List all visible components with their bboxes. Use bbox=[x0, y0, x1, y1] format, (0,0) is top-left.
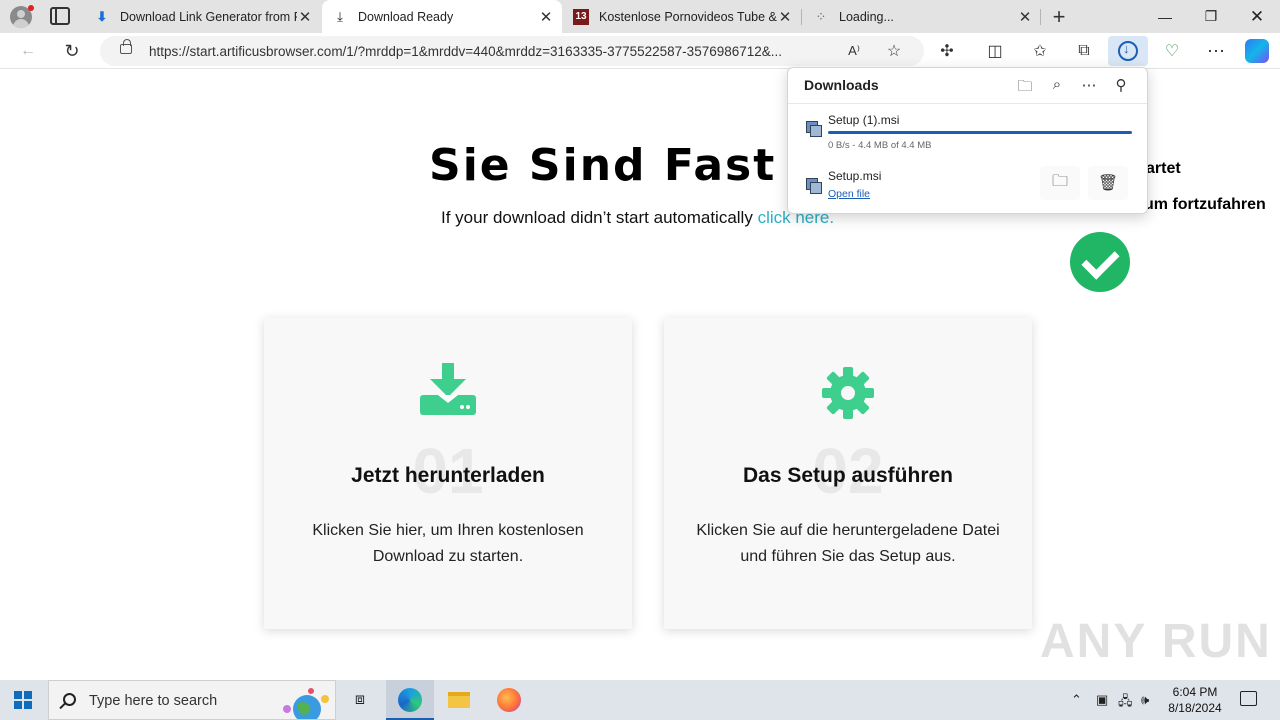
download-arrow-icon: ⬇ bbox=[96, 8, 108, 24]
show-in-folder-button[interactable]: 🗀 bbox=[1040, 166, 1080, 200]
address-bar[interactable]: https://start.artificusbrowser.com/1/?mr… bbox=[100, 36, 924, 66]
meet-now-icon[interactable]: ▣ bbox=[1096, 692, 1108, 708]
browser-toolbar: ← ↻ https://start.artificusbrowser.com/1… bbox=[0, 33, 1280, 69]
partial-text-fragment: artet bbox=[1146, 160, 1181, 177]
network-icon[interactable]: 🖧 bbox=[1118, 692, 1133, 714]
step-description: Klicken Sie hier, um Ihren kostenlosen D… bbox=[312, 522, 584, 565]
browser-essentials-icon[interactable]: ♡ bbox=[1162, 41, 1182, 61]
close-icon[interactable]: ✕ bbox=[1017, 8, 1033, 26]
volume-icon[interactable]: 🕪 bbox=[1141, 692, 1149, 708]
more-menu-icon[interactable]: ⋯ bbox=[1206, 41, 1226, 61]
url-text[interactable]: https://start.artificusbrowser.com/1/?mr… bbox=[149, 44, 829, 59]
tab-kostenlose[interactable]: 13 Kostenlose Pornovideos Tube & ✕ bbox=[563, 0, 801, 33]
open-folder-icon[interactable]: 🗀 bbox=[1015, 76, 1035, 95]
download-filename[interactable]: Setup.msi bbox=[828, 169, 881, 183]
tab-download-ready[interactable]: ⤓ Download Ready ✕ bbox=[322, 0, 562, 33]
search-highlight-icon bbox=[283, 688, 329, 719]
download-status: 0 B/s - 4.4 MB of 4.4 MB bbox=[828, 140, 932, 151]
13-site-icon: 13 bbox=[573, 8, 589, 25]
tab-title: Download Link Generator from F bbox=[120, 9, 297, 24]
downloads-button[interactable] bbox=[1108, 36, 1148, 66]
partial-text-fragment: um fortzufahren bbox=[1144, 196, 1266, 213]
subtitle-text: If your download didn’t start automatica… bbox=[441, 208, 758, 227]
tab-title: Loading... bbox=[839, 9, 894, 24]
windows-start-icon[interactable] bbox=[14, 691, 32, 709]
notification-dot bbox=[28, 5, 34, 11]
page-title: Sie Sind Fast D bbox=[429, 140, 833, 191]
tab-download-link-generator[interactable]: ⬇ Download Link Generator from F ✕ bbox=[84, 0, 321, 33]
extensions-icon[interactable]: ✣ bbox=[937, 41, 957, 61]
step-title: Das Setup ausführen bbox=[742, 464, 954, 487]
step-card-setup[interactable]: 02 Das Setup ausführen Klicken Sie auf d… bbox=[664, 318, 1032, 629]
search-icon[interactable]: ⌕ bbox=[1047, 76, 1067, 94]
lock-icon[interactable] bbox=[120, 39, 132, 54]
downloads-panel: Downloads 🗀 ⌕ ⋯ ⚲ Setup (1).msi 0 B/s - … bbox=[787, 67, 1148, 214]
favorites-icon[interactable]: ✩ bbox=[1030, 41, 1050, 61]
page-subtitle: If your download didn’t start automatica… bbox=[441, 208, 834, 228]
gear-icon bbox=[822, 367, 874, 419]
msi-file-icon bbox=[804, 176, 822, 194]
close-icon[interactable]: ✕ bbox=[538, 8, 554, 26]
tab-separator bbox=[801, 9, 802, 25]
taskbar: Type here to search ⧈ ⌃ ▣ 🖧 🕪 6:04 PM 8/… bbox=[0, 680, 1280, 720]
download-icon bbox=[1118, 41, 1138, 61]
favorite-star-icon[interactable]: ☆ bbox=[884, 41, 904, 61]
read-aloud-icon[interactable]: A⁾ bbox=[844, 41, 864, 61]
clock-time: 6:04 PM bbox=[1172, 685, 1218, 699]
tab-title: Kostenlose Pornovideos Tube & bbox=[599, 9, 777, 24]
close-icon[interactable]: ✕ bbox=[297, 8, 313, 26]
maximize-button[interactable]: ❐ bbox=[1188, 0, 1234, 33]
minimize-button[interactable]: — bbox=[1142, 0, 1188, 33]
edge-taskbar-icon[interactable] bbox=[386, 680, 434, 720]
download-progress-bar bbox=[828, 131, 1132, 134]
search-icon bbox=[63, 693, 76, 706]
divider bbox=[788, 103, 1147, 104]
download-tray-icon bbox=[420, 363, 476, 415]
collections-icon[interactable]: ⧉ bbox=[1074, 41, 1094, 61]
close-window-button[interactable]: ✕ bbox=[1234, 0, 1280, 33]
download-arrow-icon: ⤓ bbox=[337, 8, 343, 24]
tab-loading[interactable]: ⁘ Loading... ✕ bbox=[803, 0, 1041, 33]
refresh-icon[interactable]: ↻ bbox=[62, 41, 82, 61]
firefox-icon[interactable] bbox=[485, 680, 533, 720]
copilot-icon[interactable] bbox=[1245, 39, 1269, 63]
step-card-download[interactable]: 01 Jetzt herunterladen Klicken Sie hier,… bbox=[264, 318, 632, 629]
tab-strip: ⬇ Download Link Generator from F ✕ ⤓ Dow… bbox=[0, 0, 1280, 33]
back-arrow-icon[interactable]: ← bbox=[18, 41, 38, 61]
step-description: Klicken Sie auf die heruntergeladene Dat… bbox=[696, 522, 1000, 565]
downloads-header: Downloads bbox=[804, 77, 879, 93]
download-filename[interactable]: Setup (1).msi bbox=[828, 113, 899, 127]
taskbar-clock[interactable]: 6:04 PM 8/18/2024 bbox=[1160, 684, 1230, 716]
tab-actions-icon[interactable] bbox=[50, 7, 70, 25]
split-screen-icon[interactable]: ◫ bbox=[985, 41, 1005, 61]
file-explorer-icon[interactable] bbox=[435, 680, 483, 720]
tab-title: Download Ready bbox=[358, 9, 454, 24]
loading-icon: ⁘ bbox=[815, 8, 827, 24]
notification-center-icon[interactable] bbox=[1240, 691, 1257, 706]
check-circle-icon bbox=[1070, 232, 1130, 292]
show-hidden-icons-chevron-icon[interactable]: ⌃ bbox=[1071, 692, 1082, 708]
step-title: Jetzt herunterladen bbox=[351, 464, 545, 487]
tab-separator bbox=[1040, 9, 1041, 25]
clock-date: 8/18/2024 bbox=[1168, 701, 1222, 715]
open-file-link[interactable]: Open file bbox=[828, 188, 870, 200]
search-placeholder: Type here to search bbox=[89, 693, 218, 709]
more-options-icon[interactable]: ⋯ bbox=[1079, 76, 1099, 94]
task-view-icon[interactable]: ⧈ bbox=[336, 680, 384, 720]
anyrun-watermark: ANY RUN bbox=[1040, 615, 1272, 668]
pin-icon[interactable]: ⚲ bbox=[1111, 76, 1131, 94]
taskbar-search[interactable]: Type here to search bbox=[48, 680, 336, 720]
delete-button[interactable]: 🗑 bbox=[1088, 166, 1128, 200]
close-icon[interactable]: ✕ bbox=[777, 8, 793, 26]
new-tab-button[interactable]: + bbox=[1048, 4, 1070, 30]
msi-file-icon bbox=[804, 119, 822, 137]
